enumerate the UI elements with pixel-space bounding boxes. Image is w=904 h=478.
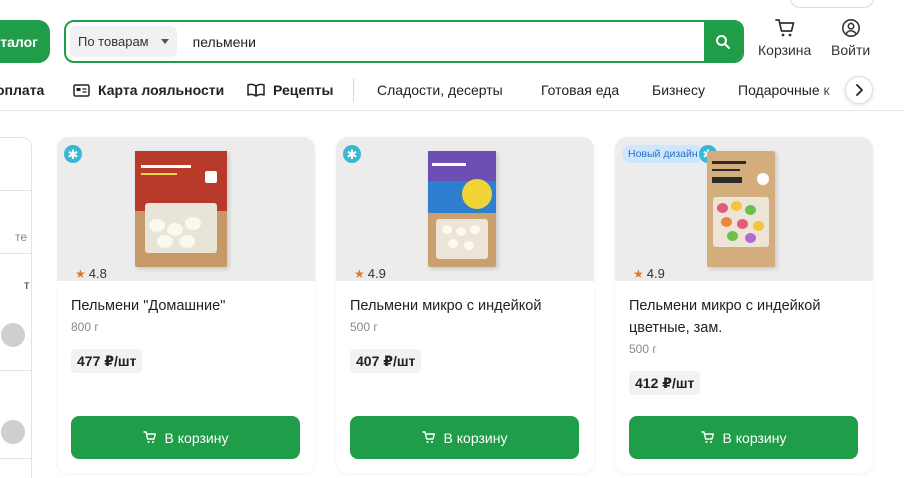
card-icon xyxy=(73,83,90,97)
rating-value: 4.9 xyxy=(367,266,386,281)
nav-item-label: Бизнесу xyxy=(652,82,705,98)
search-scope-label: По товарам xyxy=(78,34,149,49)
badge-label: Новый дизайн xyxy=(628,148,698,160)
nav-item-label: Готовая еда xyxy=(541,82,620,98)
cart-icon xyxy=(700,431,714,443)
nav-item-label: Карта лояльности xyxy=(98,82,225,98)
product-package xyxy=(135,151,227,267)
category-nav: оплата Карта лояльности Рецепты Сладости… xyxy=(0,76,904,106)
product-package xyxy=(707,151,775,267)
filter-toggle[interactable] xyxy=(1,323,25,347)
product-title[interactable]: Пельмени микро с индейкой цветные, зам. xyxy=(629,295,859,339)
nav-divider xyxy=(353,78,354,102)
book-icon xyxy=(247,83,265,97)
product-card[interactable]: ✱ ★ 4.9 Пельмени микро с индейкой 500 г … xyxy=(336,137,594,473)
header-divider xyxy=(0,110,904,111)
product-card[interactable]: Новый дизайн ✱ ★ 4.9 Пельмени микро с ин… xyxy=(615,137,873,473)
nav-item-business[interactable]: Бизнесу xyxy=(652,82,705,98)
add-to-cart-button[interactable]: В корзину xyxy=(629,416,858,459)
product-weight: 800 г xyxy=(71,320,99,334)
star-icon: ★ xyxy=(75,266,86,281)
search-input[interactable] xyxy=(176,22,704,61)
rating-value: 4.9 xyxy=(646,266,665,281)
header-cart[interactable]: Корзина xyxy=(758,18,811,58)
product-price: 412 ₽/шт xyxy=(629,371,701,395)
filter-partial-text: т xyxy=(24,278,30,292)
add-to-cart-button[interactable]: В корзину xyxy=(71,416,300,459)
filter-panel: те т xyxy=(0,137,32,478)
product-weight: 500 г xyxy=(350,320,378,334)
product-rating: ★ 4.9 xyxy=(633,266,665,281)
nav-next-button[interactable] xyxy=(845,76,873,104)
caret-down-icon xyxy=(160,39,169,44)
cart-icon xyxy=(774,19,795,37)
search-icon xyxy=(716,34,730,49)
product-price: 407 ₽/шт xyxy=(350,349,422,373)
login-label: Войти xyxy=(831,42,871,58)
chevron-right-icon xyxy=(856,84,863,96)
star-icon: ★ xyxy=(354,266,365,281)
search-submit-button[interactable] xyxy=(704,22,742,61)
search-bar: По товарам xyxy=(64,20,744,63)
header-login[interactable]: Войти xyxy=(831,18,870,58)
product-package xyxy=(428,151,496,267)
filter-partial-text: те xyxy=(15,230,28,244)
nav-item-sweets[interactable]: Сладости, десерты xyxy=(377,82,503,98)
snowflake-icon: ✱ xyxy=(64,145,82,163)
rating-value: 4.8 xyxy=(88,266,107,281)
add-to-cart-label: В корзину xyxy=(722,429,787,446)
filter-toggle[interactable] xyxy=(1,420,25,444)
cart-icon xyxy=(142,431,156,443)
cart-icon xyxy=(421,431,435,443)
filter-divider xyxy=(0,458,31,459)
nav-item-ready-food[interactable]: Готовая еда xyxy=(541,82,619,98)
nav-item-label: Сладости, десерты xyxy=(377,82,503,98)
nav-item-loyalty[interactable]: Карта лояльности xyxy=(73,82,224,98)
product-price: 477 ₽/шт xyxy=(71,349,143,373)
cart-label: Корзина xyxy=(758,42,812,58)
search-scope-select[interactable]: По товарам xyxy=(70,26,177,57)
product-image[interactable]: ✱ xyxy=(336,137,594,281)
top-pill xyxy=(790,0,874,8)
nav-item-label: Подарочные к xyxy=(738,82,830,98)
filter-divider xyxy=(0,253,31,254)
add-to-cart-label: В корзину xyxy=(164,429,229,446)
nav-item-payment[interactable]: оплата xyxy=(0,82,44,98)
add-to-cart-button[interactable]: В корзину xyxy=(350,416,579,459)
product-title[interactable]: Пельмени "Домашние" xyxy=(71,295,301,317)
catalog-label: талог xyxy=(0,33,38,50)
nav-item-label: оплата xyxy=(0,82,45,98)
filter-divider xyxy=(0,190,31,191)
nav-item-label: Рецепты xyxy=(273,82,334,98)
product-title[interactable]: Пельмени микро с индейкой xyxy=(350,295,580,317)
star-icon: ★ xyxy=(633,266,644,281)
nav-item-recipes[interactable]: Рецепты xyxy=(247,82,333,98)
product-card[interactable]: ✱ ★ 4.8 Пельмени "Домашние" 800 г 477 ₽/… xyxy=(57,137,315,473)
nav-item-gifts[interactable]: Подарочные к xyxy=(738,82,830,98)
product-rating: ★ 4.9 xyxy=(354,266,386,281)
user-icon xyxy=(841,19,860,37)
add-to-cart-label: В корзину xyxy=(443,429,508,446)
catalog-button[interactable]: талог xyxy=(0,20,50,63)
filter-divider xyxy=(0,370,31,371)
snowflake-icon: ✱ xyxy=(343,145,361,163)
new-design-badge: Новый дизайн xyxy=(622,145,704,163)
product-weight: 500 г xyxy=(629,342,657,356)
product-image[interactable]: ✱ xyxy=(57,137,315,281)
product-rating: ★ 4.8 xyxy=(75,266,107,281)
product-image[interactable]: Новый дизайн ✱ xyxy=(615,137,873,281)
